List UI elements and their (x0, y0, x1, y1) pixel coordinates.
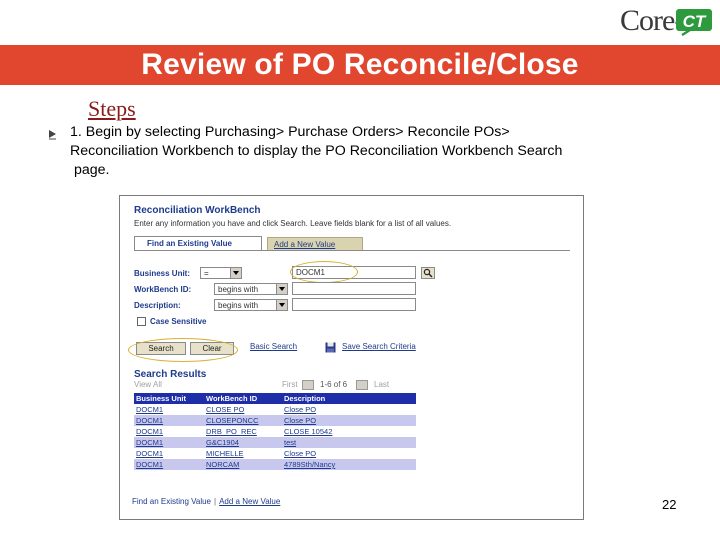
bullet-arrow-icon (49, 130, 56, 140)
results-navigation: View All First 1-6 of 6 Last (134, 380, 414, 392)
table-row: DOCM1 NORCAM 4789Sth/Nancy (134, 459, 416, 470)
result-description[interactable]: test (282, 437, 416, 448)
chevron-down-icon (230, 268, 241, 278)
find-existing-value-link[interactable]: Find an Existing Value (132, 497, 211, 506)
case-sensitive-label: Case Sensitive (150, 317, 207, 326)
basic-search-link[interactable]: Basic Search (250, 342, 297, 351)
tab-find-existing-value[interactable]: Find an Existing Value (134, 236, 262, 251)
results-header-row: Business Unit WorkBench ID Description (134, 393, 416, 404)
column-header-business-unit[interactable]: Business Unit (134, 393, 204, 404)
result-business-unit[interactable]: DOCM1 (134, 415, 204, 426)
result-description[interactable]: CLOSE 10542 (282, 426, 416, 437)
result-description[interactable]: Close PO (282, 448, 416, 459)
column-header-description[interactable]: Description (282, 393, 416, 404)
table-row: DOCM1 G&C1904 test (134, 437, 416, 448)
workbench-page-title: Reconciliation WorkBench (134, 205, 261, 216)
search-instructions: Enter any information you have and click… (134, 219, 452, 228)
table-row: DOCM1 DRB_PO_REC CLOSE 10542 (134, 426, 416, 437)
result-business-unit[interactable]: DOCM1 (134, 459, 204, 470)
column-header-workbench-id[interactable]: WorkBench ID (204, 393, 282, 404)
business-unit-operator-value: = (204, 269, 209, 278)
steps-heading: Steps (88, 96, 136, 121)
description-operator-value: begins with (218, 301, 259, 310)
result-description[interactable]: Close PO (282, 415, 416, 426)
lookup-magnifier-icon[interactable] (421, 267, 435, 279)
description-operator-select[interactable]: begins with (214, 299, 288, 311)
tab-add-new-value[interactable]: Add a New Value (267, 237, 363, 251)
result-business-unit[interactable]: DOCM1 (134, 448, 204, 459)
reconciliation-workbench-screenshot: Reconciliation WorkBench Enter any infor… (119, 195, 584, 520)
case-sensitive-checkbox[interactable] (137, 317, 146, 326)
description-label: Description: (134, 301, 181, 310)
result-workbench-id[interactable]: DRB_PO_REC (204, 426, 282, 437)
business-unit-label: Business Unit: (134, 269, 191, 278)
business-unit-operator-select[interactable]: = (200, 267, 242, 279)
step-1-line-1: 1. Begin by selecting Purchasing> Purcha… (70, 124, 510, 140)
result-business-unit[interactable]: DOCM1 (134, 404, 204, 415)
results-range: 1-6 of 6 (320, 380, 348, 389)
search-button-highlight-circle (128, 338, 238, 362)
core-ct-logo: Core- CT (620, 4, 718, 42)
slide-title: Review of PO Reconcile/Close (141, 48, 579, 81)
bottom-links: Find an Existing Value | Add a New Value (132, 497, 280, 506)
result-description[interactable]: Close PO (282, 404, 416, 415)
ct-mark-icon: CT (676, 9, 712, 36)
next-arrow-icon[interactable] (356, 380, 368, 390)
previous-arrow-icon[interactable] (302, 380, 314, 390)
save-disk-icon (325, 342, 336, 353)
step-1-text: 1. Begin by selecting Purchasing> Purcha… (70, 123, 690, 180)
result-business-unit[interactable]: DOCM1 (134, 437, 204, 448)
add-new-value-link[interactable]: Add a New Value (219, 497, 280, 506)
result-workbench-id[interactable]: CLOSE PO (204, 404, 282, 415)
chevron-down-icon (276, 300, 287, 310)
ct-mark-text: CT (683, 12, 707, 31)
table-row: DOCM1 CLOSE PO Close PO (134, 404, 416, 415)
view-all-link[interactable]: View All (134, 380, 162, 389)
search-results-table: Business Unit WorkBench ID Description D… (134, 393, 416, 470)
step-1-line-3: page. (74, 162, 110, 178)
last-link[interactable]: Last (374, 380, 389, 389)
tab-divider (134, 250, 570, 251)
logo-text: Core- (620, 4, 684, 37)
workbench-id-input[interactable] (292, 282, 416, 295)
result-workbench-id[interactable]: NORCAM (204, 459, 282, 470)
business-unit-highlight-circle (290, 261, 358, 283)
result-workbench-id[interactable]: G&C1904 (204, 437, 282, 448)
result-description[interactable]: 4789Sth/Nancy (282, 459, 416, 470)
description-input[interactable] (292, 298, 416, 311)
workbench-id-label: WorkBench ID: (134, 285, 192, 294)
save-search-criteria-link[interactable]: Save Search Criteria (342, 342, 416, 351)
workbench-id-operator-select[interactable]: begins with (214, 283, 288, 295)
result-workbench-id[interactable]: MICHELLE (204, 448, 282, 459)
first-link[interactable]: First (282, 380, 298, 389)
table-row: DOCM1 CLOSEPONCC Close PO (134, 415, 416, 426)
page-number: 22 (662, 497, 677, 512)
workbench-id-operator-value: begins with (218, 285, 259, 294)
table-row: DOCM1 MICHELLE Close PO (134, 448, 416, 459)
result-workbench-id[interactable]: CLOSEPONCC (204, 415, 282, 426)
result-business-unit[interactable]: DOCM1 (134, 426, 204, 437)
chevron-down-icon (276, 284, 287, 294)
search-results-title: Search Results (134, 369, 207, 380)
link-separator: | (214, 497, 217, 506)
step-1-line-2: Reconciliation Workbench to display the … (70, 143, 563, 159)
